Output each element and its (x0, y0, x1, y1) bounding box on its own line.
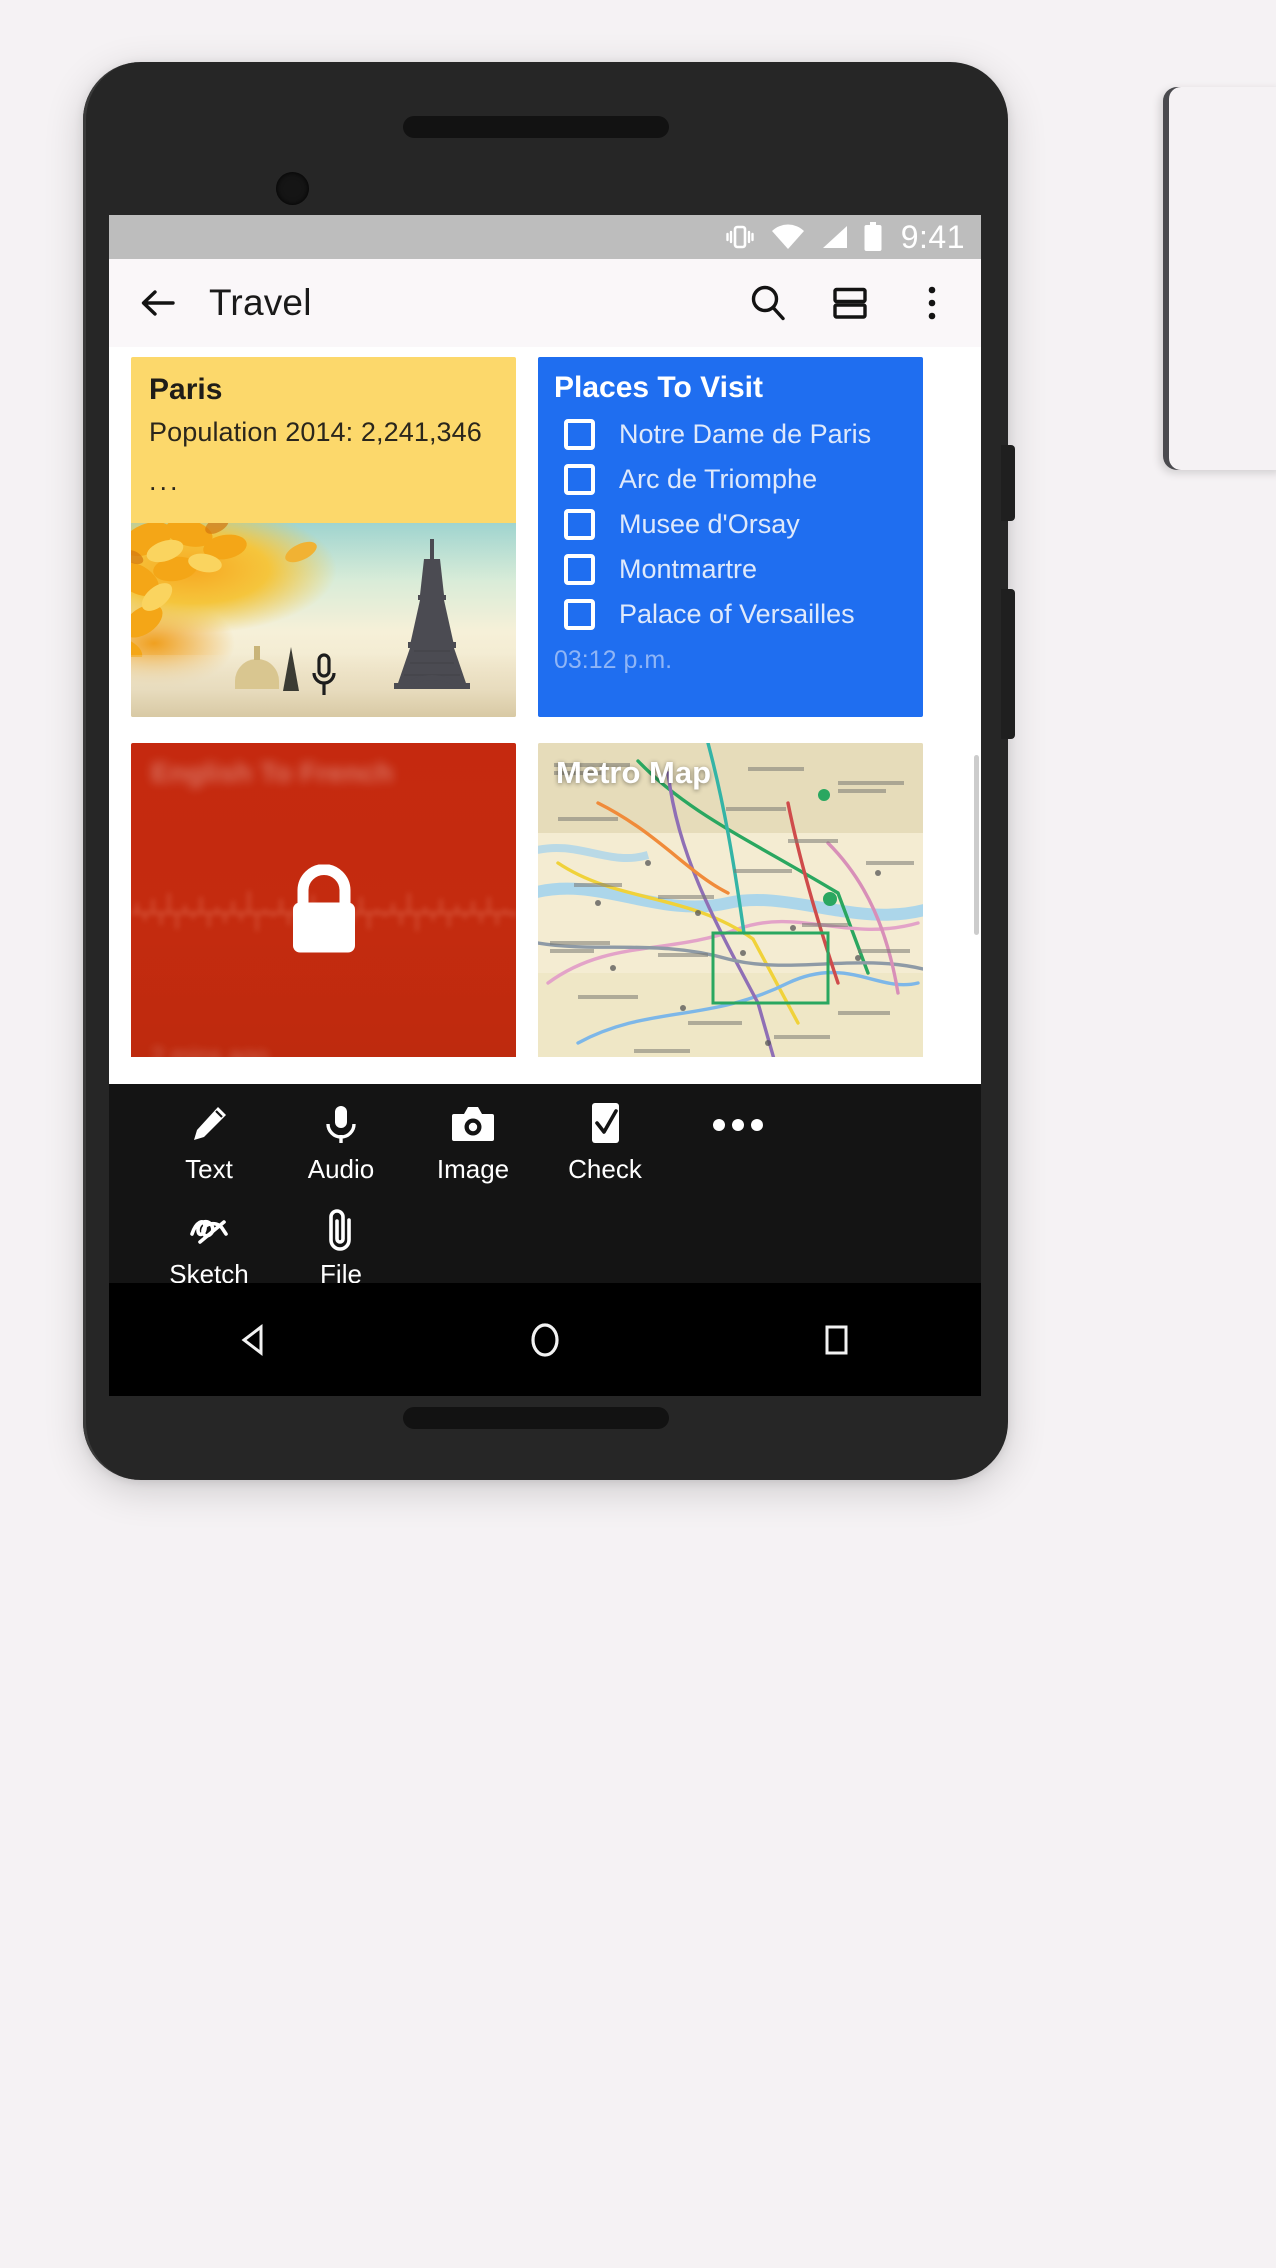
note-title: Paris (149, 373, 223, 406)
action-check-button[interactable]: Check (539, 1094, 671, 1185)
bottom-speaker (403, 1407, 669, 1429)
audio-attachment-marker-icon (312, 653, 336, 695)
action-label: Text (185, 1154, 233, 1184)
note-timestamp: 03:12 p.m. (554, 646, 673, 674)
pencil-icon (188, 1102, 230, 1146)
scrollbar-thumb[interactable] (974, 755, 979, 935)
right-edge-panel-inner (1169, 87, 1276, 470)
checklist-item-label: Montmartre (619, 554, 758, 584)
paperclip-icon (323, 1207, 359, 1251)
overflow-menu-icon[interactable] (909, 280, 955, 326)
note-card-places-to-visit[interactable]: Places To Visit Notre Dame de Paris Arc … (538, 357, 923, 717)
create-note-action-sheet: Text Audio Image Check Sketch File (109, 1084, 981, 1289)
action-sketch-button[interactable]: Sketch (143, 1199, 275, 1290)
note-card-paris[interactable]: Paris Population 2014: 2,241,346 ... (131, 357, 516, 717)
lock-icon (285, 864, 363, 962)
paris-photo (131, 523, 516, 717)
phone-device: 9:41 Travel Paris Population 2014: 2,241… (83, 62, 1015, 1480)
note-body-text: Population 2014: 2,241,346 (149, 417, 482, 447)
eiffel-tower-illustration (394, 539, 470, 689)
android-navigation-bar (109, 1283, 981, 1396)
screenshot-stage: 9:41 Travel Paris Population 2014: 2,241… (0, 0, 1276, 2268)
back-arrow-icon[interactable] (135, 280, 181, 326)
action-sheet-row-primary: Text Audio Image Check (109, 1094, 981, 1185)
vibrate-icon (723, 223, 757, 251)
checkbox-unchecked-icon[interactable] (564, 599, 595, 630)
action-file-button[interactable]: File (275, 1199, 407, 1290)
list-view-icon[interactable] (827, 280, 873, 326)
search-icon[interactable] (745, 280, 791, 326)
checklist-item-label: Musee d'Orsay (619, 509, 800, 539)
checkbox-checked-icon (584, 1102, 626, 1146)
overflow-horizontal-icon (711, 1116, 765, 1139)
note-truncation-ellipsis: ... (149, 466, 181, 496)
notes-row: English To French 2 mins ago Metro Map (131, 743, 959, 1057)
volume-rocker-button[interactable] (1001, 589, 1015, 739)
note-title: English To French (151, 757, 394, 788)
action-label: Image (436, 1154, 510, 1184)
checklist-item-label: Arc de Triomphe (619, 464, 818, 494)
note-title: Places To Visit (554, 371, 763, 404)
status-bar: 9:41 (109, 215, 981, 259)
action-label: Check (568, 1154, 642, 1184)
checkbox-unchecked-icon[interactable] (564, 419, 595, 450)
checkbox-unchecked-icon[interactable] (564, 509, 595, 540)
action-sheet-row-secondary: Sketch File (109, 1199, 981, 1290)
right-edge-panel (1163, 87, 1276, 470)
action-image-button[interactable]: Image (407, 1094, 539, 1185)
battery-icon (863, 222, 883, 252)
paris-church-spire (283, 647, 299, 691)
earpiece-speaker (403, 116, 669, 138)
checklist-item-label: Palace of Versailles (619, 599, 855, 629)
checklist-item[interactable]: Notre Dame de Paris (554, 419, 907, 450)
wifi-icon (771, 223, 805, 251)
paris-card-body: Paris Population 2014: 2,241,346 ... (131, 357, 516, 497)
camera-icon (450, 1102, 496, 1146)
note-card-english-to-french[interactable]: English To French 2 mins ago (131, 743, 516, 1057)
page-title: Travel (209, 282, 312, 323)
checklist-item[interactable]: Arc de Triomphe (554, 464, 907, 495)
note-title: Metro Map (556, 755, 711, 790)
action-sheet-overflow-button[interactable] (711, 1094, 765, 1139)
checkbox-unchecked-icon[interactable] (564, 554, 595, 585)
note-card-metro-map[interactable]: Metro Map (538, 743, 923, 1057)
status-bar-clock: 9:41 (900, 218, 965, 255)
microphone-icon (320, 1102, 362, 1146)
notes-row: Paris Population 2014: 2,241,346 ... Pla… (131, 357, 959, 717)
action-label: Audio (307, 1154, 375, 1184)
scribble-icon (186, 1207, 232, 1251)
action-audio-button[interactable]: Audio (275, 1094, 407, 1185)
action-text-button[interactable]: Text (143, 1094, 275, 1185)
phone-screen: 9:41 Travel Paris Population 2014: 2,241… (109, 215, 981, 1396)
front-camera (276, 172, 309, 205)
checklist-item[interactable]: Musee d'Orsay (554, 509, 907, 540)
cell-signal-icon (819, 223, 849, 251)
app-toolbar: Travel (109, 259, 981, 347)
checklist-item[interactable]: Palace of Versailles (554, 599, 907, 630)
notes-grid: Paris Population 2014: 2,241,346 ... Pla… (109, 347, 981, 1057)
nav-home-circle-icon[interactable] (500, 1309, 590, 1371)
checklist-item-label: Notre Dame de Paris (619, 419, 872, 449)
checkbox-unchecked-icon[interactable] (564, 464, 595, 495)
nav-back-triangle-icon[interactable] (209, 1309, 299, 1371)
power-button[interactable] (1001, 445, 1015, 521)
checklist-item[interactable]: Montmartre (554, 554, 907, 585)
nav-recents-square-icon[interactable] (791, 1309, 881, 1371)
note-footer-text: 2 mins ago (151, 1043, 269, 1057)
